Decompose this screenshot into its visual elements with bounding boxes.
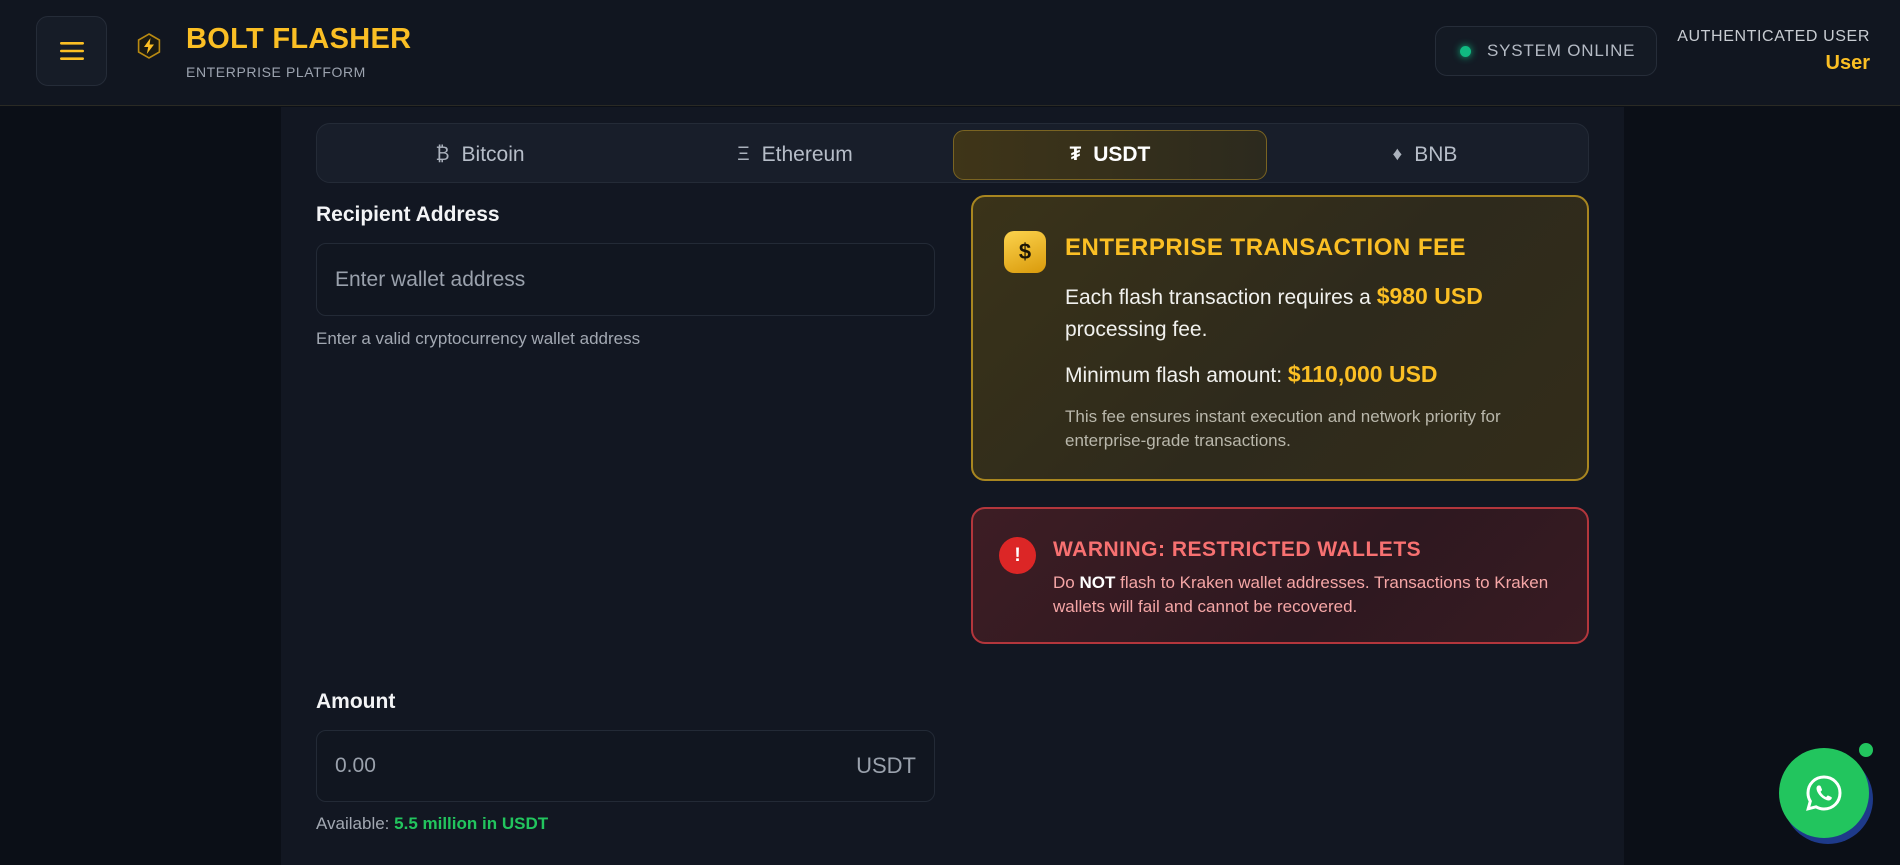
recipient-field[interactable] <box>316 243 935 316</box>
fee-note: This fee ensures instant execution and n… <box>1065 407 1501 450</box>
fee-line-suffix: processing fee. <box>1065 318 1208 341</box>
app-header: BOLT FLASHER ENTERPRISE PLATFORM SYSTEM … <box>0 0 1900 106</box>
warning-prefix: Do <box>1053 573 1075 592</box>
ethereum-icon: Ξ <box>737 144 750 165</box>
bitcoin-icon: ₿ <box>435 144 450 165</box>
warning-title: WARNING: RESTRICTED WALLETS <box>1053 538 1422 561</box>
warning-text: Do NOT flash to Kraken wallet addresses.… <box>1053 571 1563 619</box>
dollar-icon: $ <box>1004 231 1046 273</box>
currency-tabs: ₿ Bitcoin Ξ Ethereum ₮ USDT ♦ BNB <box>316 123 1589 183</box>
whatsapp-chat-button[interactable] <box>1779 748 1869 838</box>
minimum-amount-line: Minimum flash amount: $110,000 USD <box>1065 358 1438 392</box>
fee-amount: $980 USD <box>1376 283 1483 309</box>
bolt-icon <box>137 33 161 59</box>
fee-card-title: ENTERPRISE TRANSACTION FEE <box>1065 234 1467 261</box>
amount-label: Amount <box>316 690 396 713</box>
recipient-helper: Enter a valid cryptocurrency wallet addr… <box>316 329 641 348</box>
auth-username: User <box>1825 52 1870 74</box>
warning-suffix: flash to Kraken wallet addresses. Transa… <box>1053 573 1549 616</box>
flash-form-panel: ₿ Bitcoin Ξ Ethereum ₮ USDT ♦ BNB Recipi… <box>281 107 1624 865</box>
transaction-fee-card: $ ENTERPRISE TRANSACTION FEE Each flash … <box>971 195 1589 481</box>
tab-label: Ethereum <box>761 143 853 166</box>
tab-usdt[interactable]: ₮ USDT <box>953 130 1267 180</box>
menu-button[interactable] <box>36 16 107 86</box>
system-status-badge: SYSTEM ONLINE <box>1435 26 1657 76</box>
minimum-prefix: Minimum flash amount: <box>1065 364 1283 387</box>
auth-label: AUTHENTICATED USER <box>1677 28 1870 45</box>
tab-bnb[interactable]: ♦ BNB <box>1268 130 1582 180</box>
warning-emphasis: NOT <box>1079 573 1116 592</box>
whatsapp-icon <box>1806 775 1842 811</box>
amount-field[interactable]: USDT <box>316 730 935 802</box>
brand-subtitle: ENTERPRISE PLATFORM <box>186 64 366 80</box>
status-dot-icon <box>1460 45 1471 57</box>
amount-unit: USDT <box>856 753 916 778</box>
available-value: 5.5 million in USDT <box>394 814 549 833</box>
fee-line: Each flash transaction requires a $980 U… <box>1065 280 1535 346</box>
tab-bitcoin[interactable]: ₿ Bitcoin <box>323 130 637 180</box>
recipient-input[interactable] <box>335 267 916 292</box>
status-text: SYSTEM ONLINE <box>1487 41 1636 60</box>
minimum-amount: $110,000 USD <box>1287 361 1438 387</box>
tab-label: USDT <box>1093 143 1151 166</box>
online-indicator-icon <box>1857 741 1875 759</box>
bnb-icon: ♦ <box>1392 144 1403 165</box>
tether-icon: ₮ <box>1069 144 1082 165</box>
fee-line-prefix: Each flash transaction requires a <box>1065 286 1371 309</box>
amount-input[interactable] <box>335 754 847 778</box>
tab-ethereum[interactable]: Ξ Ethereum <box>638 130 952 180</box>
alert-icon: ! <box>999 537 1036 574</box>
tab-label: BNB <box>1414 143 1458 166</box>
recipient-label: Recipient Address <box>316 203 500 226</box>
brand-title: BOLT FLASHER <box>186 23 412 55</box>
tab-label: Bitcoin <box>461 143 525 166</box>
available-label: Available: <box>316 814 390 833</box>
restricted-wallets-warning: ! WARNING: RESTRICTED WALLETS Do NOT fla… <box>971 507 1589 644</box>
hamburger-icon <box>59 42 84 60</box>
available-balance: Available: 5.5 million in USDT <box>316 814 548 834</box>
